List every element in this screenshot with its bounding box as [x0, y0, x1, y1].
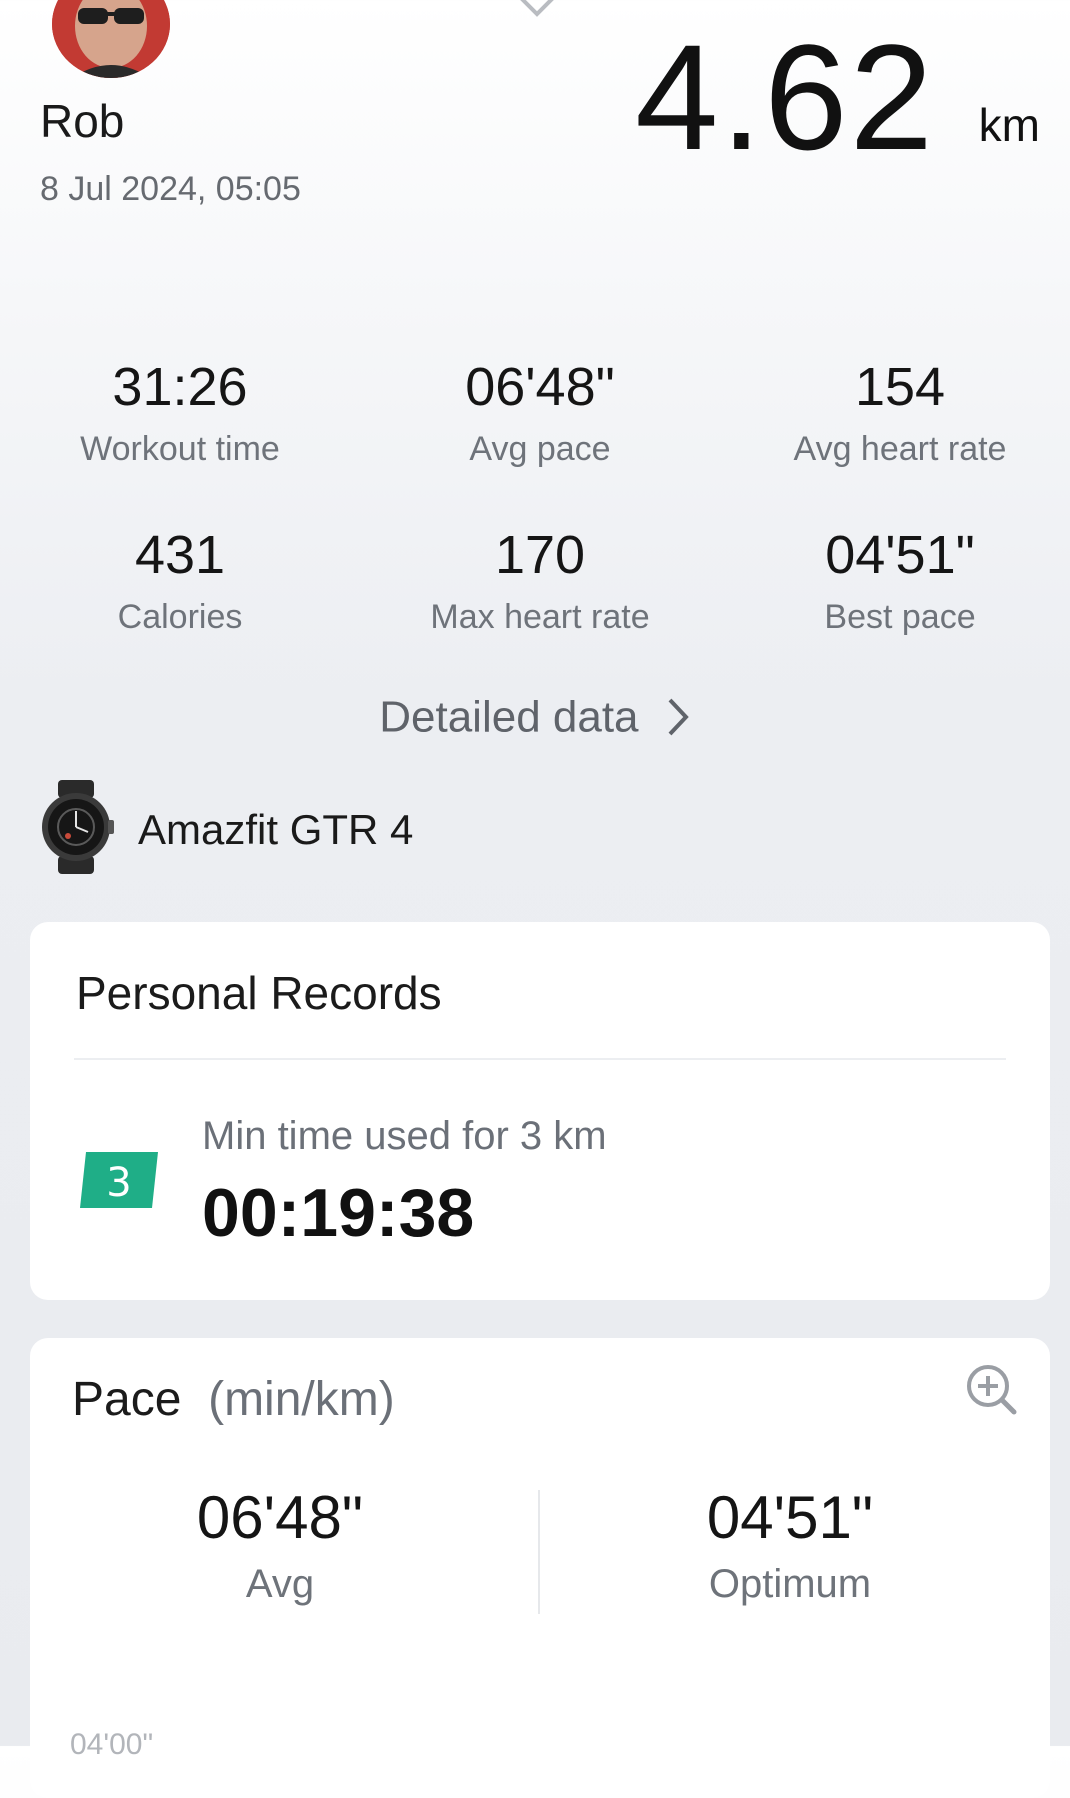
stat-label: Avg heart rate [793, 430, 1007, 468]
device-name: Amazfit GTR 4 [138, 806, 414, 853]
stat-avg-heart-rate: 154 Avg heart rate [720, 360, 1070, 469]
pace-optimum: 04'51" Optimum [540, 1488, 1040, 1607]
stat-label: Workout time [80, 430, 280, 468]
stat-value: 06'48" [465, 357, 615, 417]
pace-card: Pace (min/km) 06'48" Avg 04'51" Optimum … [30, 1338, 1050, 1798]
stat-label: Avg pace [469, 430, 611, 468]
record-label: Min time used for 3 km [202, 1114, 607, 1158]
smartwatch-icon [38, 780, 114, 879]
stat-label: Calories [117, 598, 243, 636]
record-value: 00:19:38 [202, 1175, 475, 1251]
chevron-down-icon[interactable] [517, 0, 557, 23]
personal-records-card[interactable]: Personal Records 3 Min time used for 3 k… [30, 922, 1050, 1300]
stat-label: Max heart rate [430, 598, 650, 636]
stat-best-pace: 04'51" Best pace [720, 528, 1070, 637]
chevron-right-icon [668, 699, 689, 736]
stat-value: 431 [134, 525, 226, 585]
stat-label: Best pace [824, 598, 976, 636]
zoom-in-icon[interactable] [964, 1362, 1020, 1423]
detailed-data-label: Detailed data [379, 692, 639, 742]
stat-avg-pace: 06'48" Avg pace [360, 360, 720, 469]
distance-unit: km [978, 99, 1040, 151]
pace-title: Pace [72, 1373, 182, 1426]
pace-axis-label: 04'00" [70, 1728, 154, 1761]
pace-unit: (min/km) [208, 1373, 395, 1426]
pace-avg: 06'48" Avg [30, 1488, 530, 1607]
card-title: Personal Records [76, 967, 442, 1019]
stat-value: 31:26 [112, 357, 248, 417]
distance-value: 4.62 [635, 13, 935, 181]
divider [74, 1058, 1006, 1060]
distance-badge-icon: 3 [80, 1152, 158, 1213]
card-title: Pace (min/km) [72, 1372, 395, 1427]
stat-value: 170 [494, 525, 586, 585]
pace-avg-value: 06'48" [196, 1484, 364, 1551]
stat-workout-time: 31:26 Workout time [0, 360, 360, 469]
stat-calories: 431 Calories [0, 528, 360, 637]
pace-optimum-label: Optimum [708, 1562, 872, 1606]
detailed-data-link[interactable]: Detailed data [0, 690, 1070, 742]
workout-date: 8 Jul 2024, 05:05 [40, 170, 301, 208]
pace-avg-label: Avg [245, 1562, 315, 1606]
stat-max-heart-rate: 170 Max heart rate [360, 528, 720, 637]
stat-value: 154 [854, 357, 946, 417]
badge-number: 3 [106, 1160, 131, 1206]
stat-value: 04'51" [825, 525, 975, 585]
user-name: Rob [40, 95, 125, 147]
pace-optimum-value: 04'51" [706, 1484, 874, 1551]
avatar[interactable] [52, 0, 170, 78]
